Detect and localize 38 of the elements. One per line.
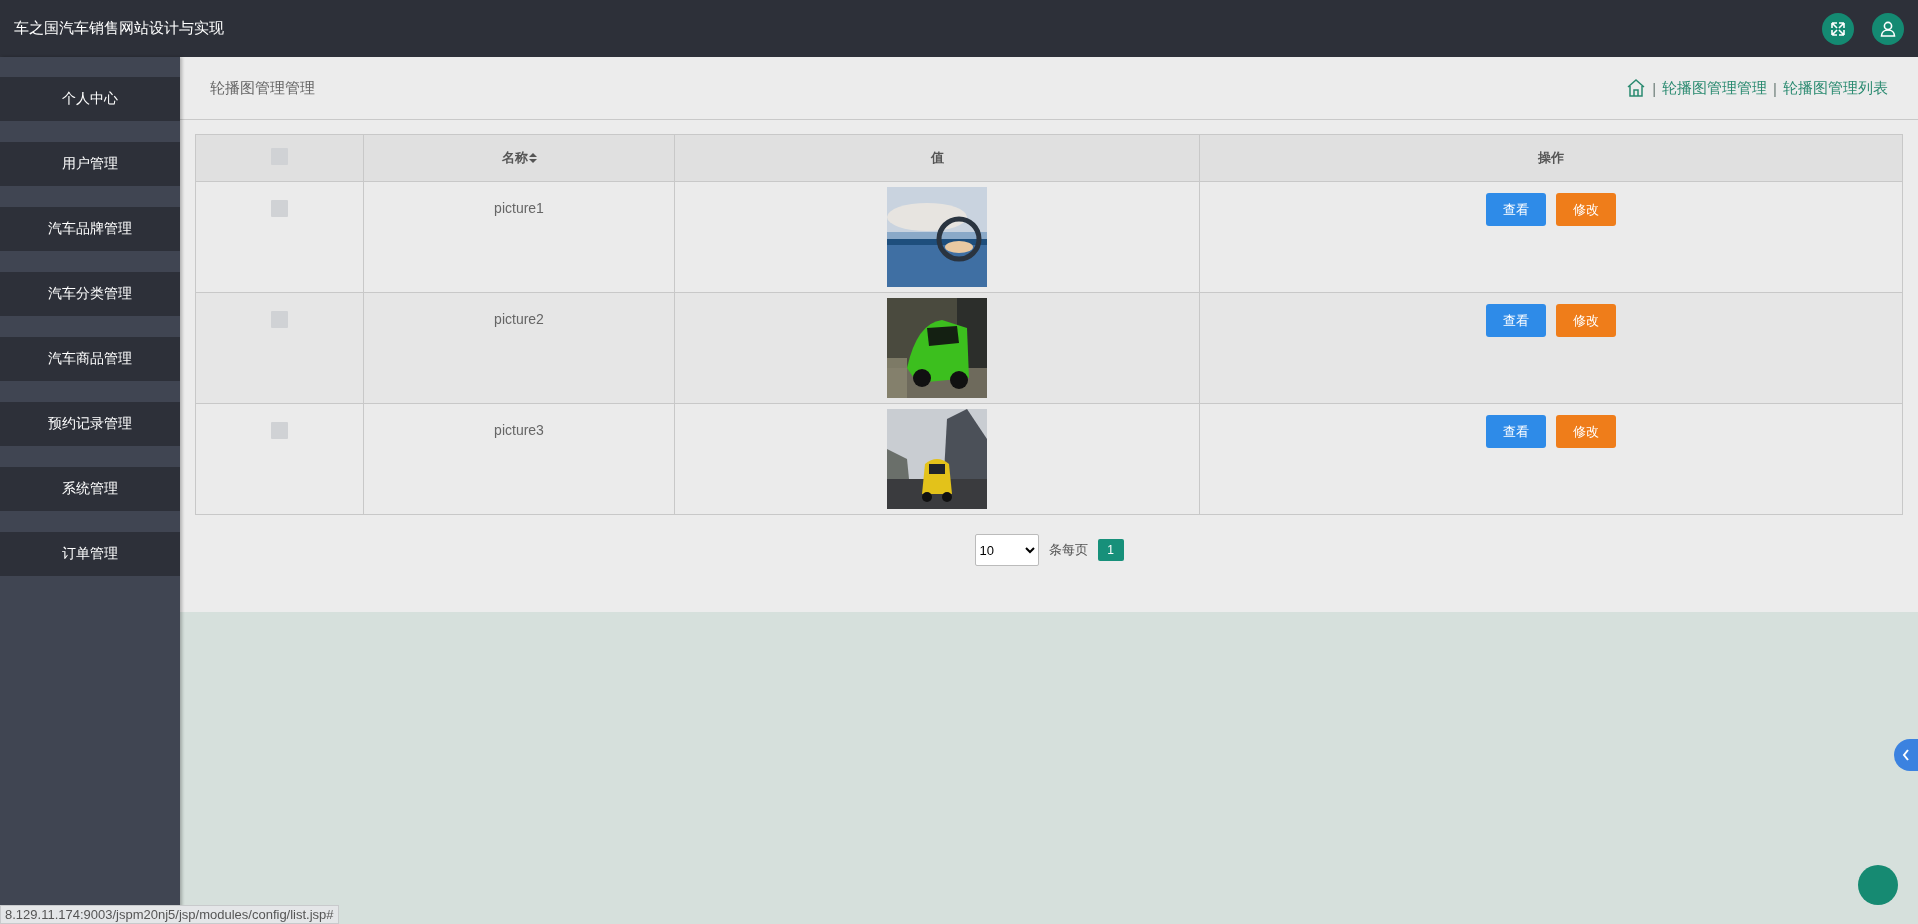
breadcrumb-link[interactable]: 轮播图管理管理	[1662, 78, 1768, 98]
column-header: 名称	[501, 149, 528, 167]
sidebar-item[interactable]: 汽车商品管理	[0, 337, 180, 381]
app-title: 车之国汽车销售网站设计与实现	[14, 19, 224, 38]
breadcrumb-separator: |	[1652, 79, 1657, 97]
floating-button[interactable]	[1858, 865, 1898, 905]
sidebar-item[interactable]: 订单管理	[0, 532, 180, 576]
expand-arrows-icon	[1829, 19, 1847, 38]
home-icon[interactable]	[1626, 78, 1647, 98]
sidebar-item[interactable]: 系统管理	[0, 467, 180, 511]
view-button[interactable]: 查看	[1486, 193, 1546, 226]
user-button[interactable]	[1872, 12, 1904, 45]
checkbox[interactable]	[271, 200, 288, 217]
collapse-button[interactable]	[1894, 739, 1918, 771]
sidebar-item[interactable]: 汽车分类管理	[0, 272, 180, 316]
sidebar-item[interactable]: 汽车品牌管理	[0, 207, 180, 251]
table-cell: picture1	[494, 200, 544, 216]
page-size-select[interactable]: 10	[974, 534, 1039, 566]
column-header: 操作	[1538, 149, 1564, 167]
checkbox[interactable]	[271, 422, 288, 439]
view-button[interactable]: 查看	[1486, 304, 1546, 337]
sidebar-item[interactable]: 个人中心	[0, 77, 180, 121]
page-title: 轮播图管理管理	[210, 78, 315, 98]
status-url: 8.129.11.174:9003/jspm20nj5/jsp/modules/config/list.jsp#	[5, 907, 334, 922]
column-header: 值	[930, 149, 944, 167]
user-icon	[1879, 19, 1897, 38]
sort-icon[interactable]	[528, 153, 537, 163]
sidebar-item[interactable]: 预约记录管理	[0, 402, 180, 446]
chevron-left-icon	[1901, 748, 1911, 762]
page-button[interactable]: 1	[1097, 539, 1124, 561]
table-cell: picture3	[494, 422, 544, 438]
breadcrumb-separator: |	[1773, 79, 1777, 97]
breadcrumb-link[interactable]: 轮播图管理列表	[1783, 78, 1888, 98]
page-size-label: 条每页	[1048, 541, 1088, 559]
sidebar-item[interactable]: 用户管理	[0, 142, 180, 186]
view-button[interactable]: 查看	[1486, 415, 1546, 448]
fullscreen-button[interactable]	[1822, 12, 1854, 45]
table-cell: picture2	[494, 311, 544, 327]
